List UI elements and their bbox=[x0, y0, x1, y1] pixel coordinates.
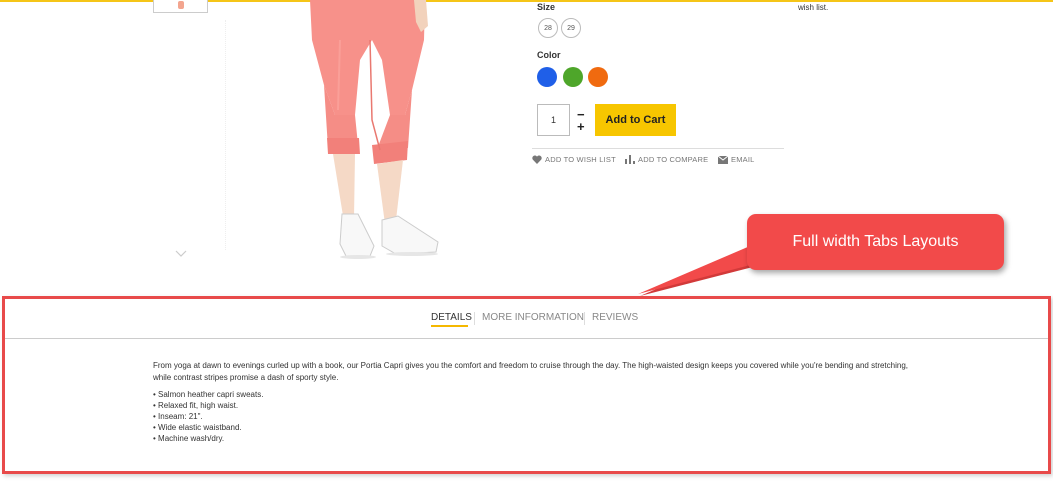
product-image bbox=[310, 0, 439, 259]
size-option-29[interactable]: 29 bbox=[561, 18, 581, 38]
actions-divider bbox=[532, 148, 784, 149]
heart-icon bbox=[532, 155, 542, 164]
callout-box: Full width Tabs Layouts bbox=[747, 214, 1004, 270]
feature-item: • Relaxed fit, high waist. bbox=[153, 401, 239, 410]
thumbnail-image bbox=[178, 1, 184, 9]
quantity-input[interactable]: 1 bbox=[537, 104, 570, 136]
add-to-compare-link[interactable]: ADD TO COMPARE bbox=[625, 155, 708, 164]
tab-reviews[interactable]: REVIEWS bbox=[592, 312, 638, 323]
bar-chart-icon bbox=[625, 155, 635, 164]
color-label: Color bbox=[537, 50, 561, 60]
tab-more-information[interactable]: MORE INFORMATION bbox=[482, 312, 584, 323]
gallery-divider bbox=[225, 20, 227, 250]
color-option-orange[interactable] bbox=[588, 67, 608, 87]
size-option-28[interactable]: 28 bbox=[538, 18, 558, 38]
add-to-cart-button[interactable]: Add to Cart bbox=[595, 104, 676, 136]
add-to-compare-label: ADD TO COMPARE bbox=[638, 155, 709, 164]
tab-separator bbox=[474, 312, 475, 325]
gallery-thumbnail[interactable] bbox=[153, 0, 208, 13]
size-label: Size bbox=[537, 2, 556, 12]
wish-list-note: wish list. bbox=[798, 3, 829, 12]
color-option-green[interactable] bbox=[563, 67, 583, 87]
feature-item: • Machine wash/dry. bbox=[153, 434, 225, 443]
email-label: EMAIL bbox=[731, 155, 755, 164]
chevron-down-icon[interactable] bbox=[175, 247, 187, 261]
product-description: From yoga at dawn to evenings curled up … bbox=[153, 361, 908, 382]
email-link[interactable]: EMAIL bbox=[718, 155, 755, 164]
add-to-wish-list-link[interactable]: ADD TO WISH LIST bbox=[532, 155, 616, 164]
tab-separator bbox=[584, 312, 585, 325]
tab-details[interactable]: DETAILS bbox=[431, 312, 472, 323]
add-to-wish-list-label: ADD TO WISH LIST bbox=[545, 155, 616, 164]
envelope-icon bbox=[718, 155, 728, 164]
product-features-list: • Salmon heather capri sweats. • Relaxed… bbox=[153, 389, 263, 444]
active-tab-indicator bbox=[431, 325, 468, 327]
color-option-blue[interactable] bbox=[537, 67, 557, 87]
feature-item: • Wide elastic waistband. bbox=[153, 423, 242, 432]
quantity-increase-button[interactable]: + bbox=[577, 120, 585, 133]
feature-item: • Inseam: 21". bbox=[153, 412, 203, 421]
feature-item: • Salmon heather capri sweats. bbox=[153, 390, 264, 399]
